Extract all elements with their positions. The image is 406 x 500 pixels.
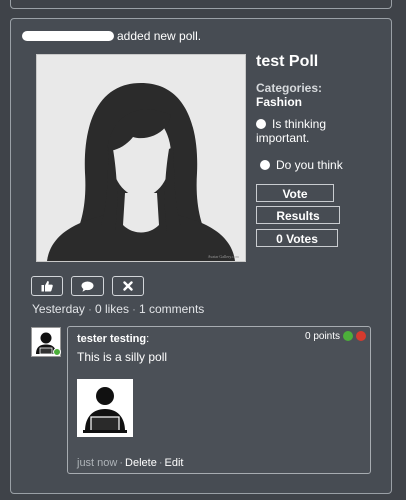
votes-count-button[interactable]: 0 Votes	[256, 229, 338, 247]
comment-text: This is a silly poll	[77, 350, 168, 364]
online-status-indicator	[53, 348, 61, 356]
poll-option-1[interactable]: Is thinking important.	[256, 117, 366, 145]
category-value[interactable]: Fashion	[256, 95, 302, 109]
poll-option-label: Do you think	[276, 158, 343, 172]
comment-points: 0 points	[305, 331, 341, 342]
poll-image[interactable]: Avatar Gallery.com	[36, 54, 246, 262]
meta-separator: ·	[131, 302, 136, 316]
upvote-icon[interactable]	[343, 331, 353, 341]
previous-feed-card	[10, 0, 392, 9]
downvote-icon[interactable]	[356, 331, 366, 341]
comment-footer: just now · Delete · Edit	[77, 457, 183, 469]
post-header: added new poll.	[22, 29, 201, 43]
image-watermark: Avatar Gallery.com	[207, 254, 239, 259]
thumbs-up-icon	[41, 281, 53, 292]
comment-author-name[interactable]: tester testing	[77, 333, 146, 345]
categories-label: Categories:	[256, 81, 323, 95]
poll-title[interactable]: test Poll	[256, 53, 318, 71]
likes-count[interactable]: 0 likes	[95, 302, 129, 316]
female-avatar-silhouette-icon	[37, 55, 245, 261]
like-button[interactable]	[31, 276, 63, 296]
post-meta: Yesterday · 0 likes · 1 comments	[32, 302, 204, 316]
comment-button[interactable]	[71, 276, 104, 296]
comment-attached-image[interactable]	[77, 379, 133, 437]
poll-option-label: Is thinking important.	[256, 117, 327, 145]
speech-bubble-icon	[81, 281, 94, 292]
poll-option-2[interactable]: Do you think	[260, 158, 343, 172]
footer-separator: ·	[158, 457, 163, 469]
results-button[interactable]: Results	[256, 206, 340, 224]
comments-count[interactable]: 1 comments	[139, 302, 204, 316]
meta-separator: ·	[87, 302, 92, 316]
radio-button-icon[interactable]	[260, 160, 270, 170]
footer-separator: ·	[119, 457, 124, 469]
vote-button[interactable]: Vote	[256, 184, 334, 202]
post-time[interactable]: Yesterday	[32, 302, 85, 316]
redacted-username	[22, 31, 114, 41]
edit-comment-link[interactable]: Edit	[165, 457, 184, 469]
radio-button-icon[interactable]	[256, 119, 266, 129]
post-action-text: added new poll.	[117, 29, 202, 43]
comment-time: just now	[77, 457, 118, 469]
author-colon: :	[146, 333, 150, 345]
x-icon	[123, 281, 133, 291]
remove-button[interactable]	[112, 276, 144, 296]
comment-author[interactable]: tester testing:	[77, 333, 149, 345]
user-silhouette-icon	[77, 379, 133, 437]
delete-comment-link[interactable]: Delete	[125, 457, 157, 469]
